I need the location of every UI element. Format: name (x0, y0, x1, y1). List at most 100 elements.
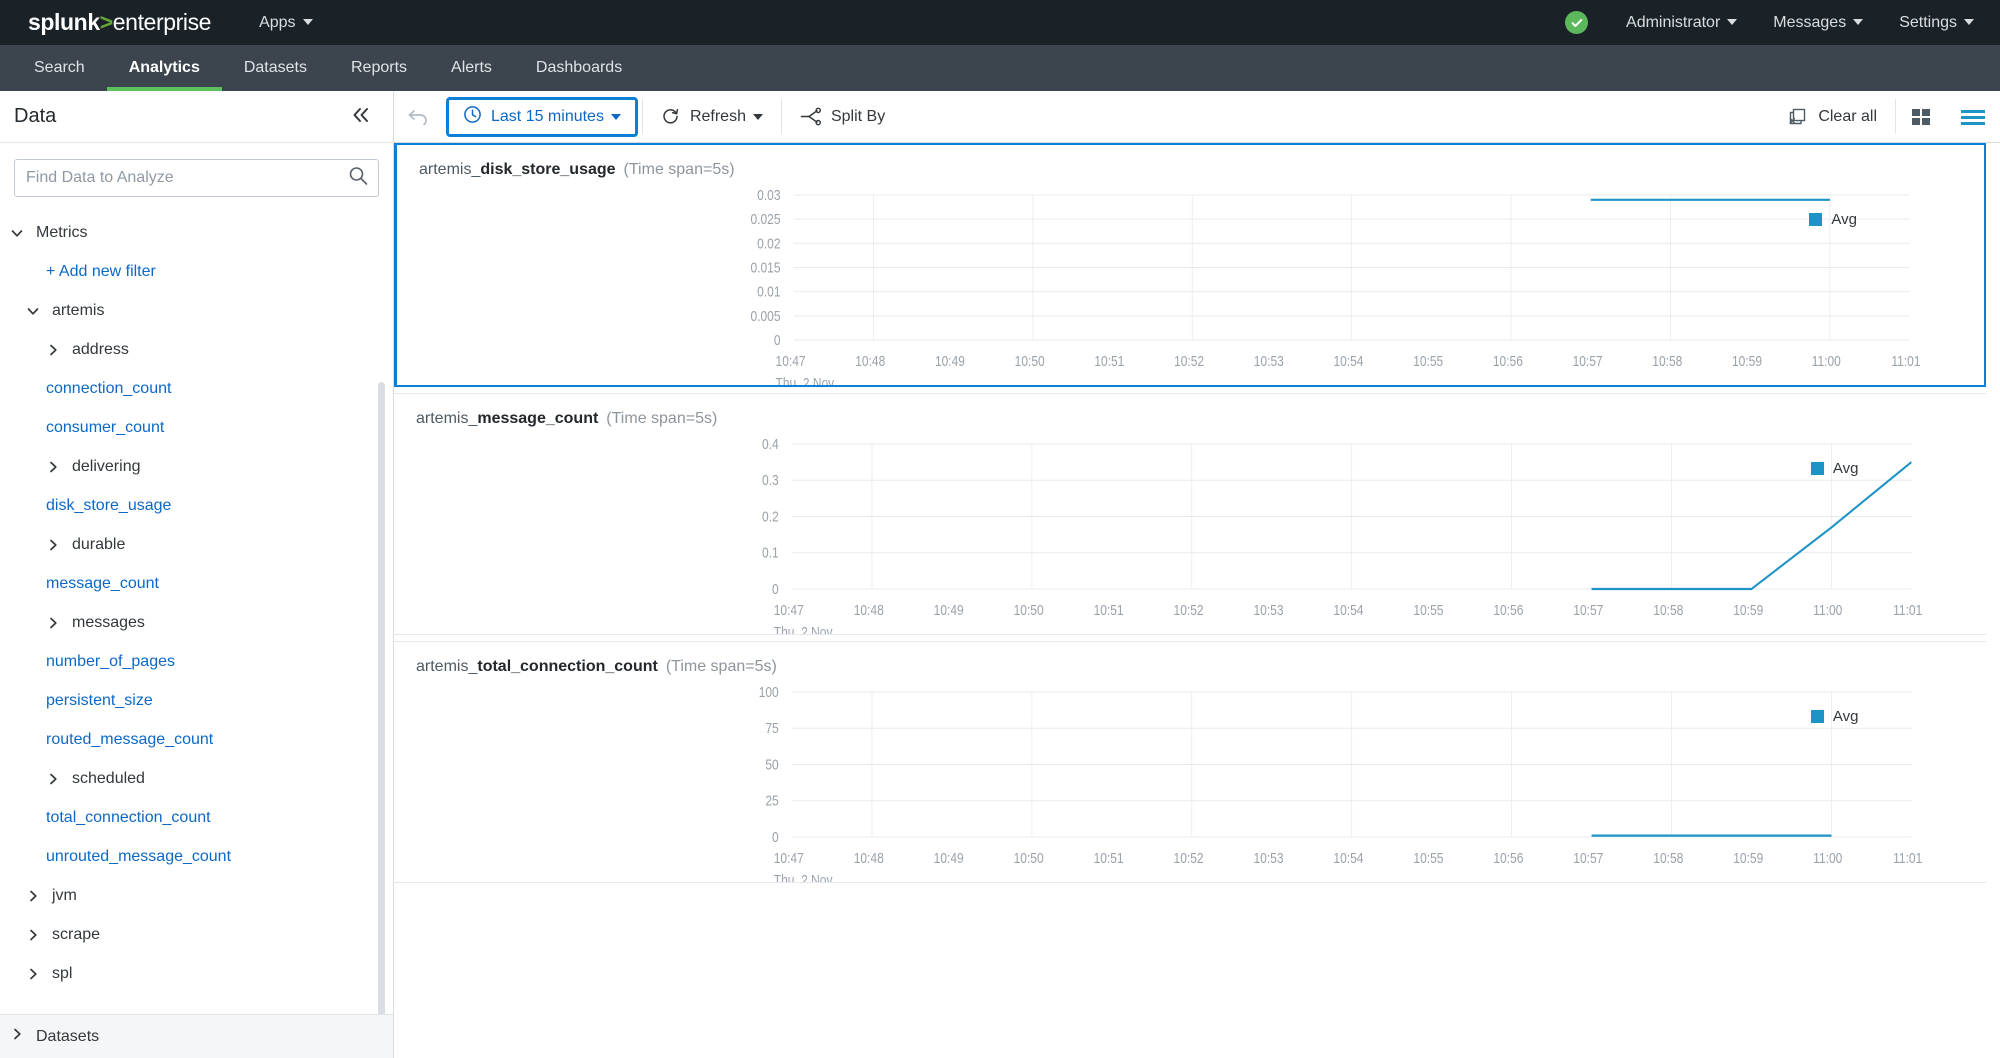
apps-menu[interactable]: Apps (255, 8, 316, 38)
splunk-logo[interactable]: splunk>enterprise (28, 9, 211, 36)
tree-node-scrape[interactable]: scrape (0, 915, 393, 954)
svg-text:0: 0 (774, 332, 781, 348)
nav-item-alerts[interactable]: Alerts (429, 45, 514, 91)
refresh-label: Refresh (689, 107, 746, 125)
tree-node-delivering[interactable]: delivering (0, 447, 393, 486)
chevron-down-icon (1964, 19, 1974, 26)
chart-panel[interactable]: artemis_disk_store_usage (Time span=5s) 0 0… (394, 143, 1986, 387)
svg-text:10:53: 10:53 (1254, 353, 1284, 369)
svg-text:0.02: 0.02 (757, 235, 780, 251)
nav-item-search[interactable]: Search (12, 45, 107, 91)
nav-item-analytics[interactable]: Analytics (106, 45, 222, 91)
chevron-right-icon (46, 538, 60, 552)
tree-node-consumer-count[interactable]: consumer_count (0, 408, 393, 447)
refresh-button[interactable]: Refresh (643, 91, 781, 142)
chart-panel[interactable]: artemis_total_connection_count (Time span… (394, 641, 1986, 883)
search-box[interactable] (14, 159, 379, 197)
undo-arrow-icon[interactable] (394, 91, 442, 142)
logo-gt-text: > (99, 9, 113, 35)
sidebar-scrollbar[interactable] (378, 382, 385, 1014)
tree-node-spl[interactable]: spl (0, 954, 393, 993)
messages-menu[interactable]: Messages (1769, 8, 1867, 38)
svg-text:Thu, 2 Nov: Thu, 2 Nov (776, 375, 835, 385)
panel-metric-prefix: artemis_ (419, 161, 481, 178)
tree-node-disk-store-usage[interactable]: disk_store_usage (0, 486, 393, 525)
panel-time-span: (Time span=5s) (606, 410, 718, 427)
chevron-right-icon (46, 343, 60, 357)
svg-text:0.03: 0.03 (757, 187, 780, 203)
sidebar-datasets-section[interactable]: Datasets (0, 1014, 393, 1058)
tree-node-persistent-size[interactable]: persistent_size (0, 681, 393, 720)
split-by-button[interactable]: Split By (782, 91, 903, 142)
nav-item-dashboards[interactable]: Dashboards (514, 45, 644, 91)
search-input[interactable] (15, 160, 378, 196)
svg-text:11:01: 11:01 (1893, 602, 1922, 618)
svg-text:10:49: 10:49 (934, 602, 964, 618)
tree-node-total-connection-count[interactable]: total_connection_count (0, 798, 393, 837)
nav-item-datasets[interactable]: Datasets (222, 45, 329, 91)
svg-text:10:52: 10:52 (1174, 850, 1204, 866)
chart-area[interactable]: 0 0.1 0.2 0.3 0.4 10:47 10:48 10:49 10:50 10:51 10… (394, 434, 1986, 634)
svg-text:10:54: 10:54 (1333, 353, 1363, 369)
svg-text:10:53: 10:53 (1253, 850, 1283, 866)
tree-node-unrouted-message-count[interactable]: unrouted_message_count (0, 837, 393, 876)
tree-node-scheduled[interactable]: scheduled (0, 759, 393, 798)
nav-item-reports[interactable]: Reports (329, 45, 429, 91)
chart-area[interactable]: 0 25 50 75 100 10:47 10:48 10:49 10:50 10:51 10:52… (394, 682, 1986, 882)
legend-swatch (1810, 710, 1824, 723)
tree-node-artemis[interactable]: artemis (0, 291, 393, 330)
app-header: splunk>enterprise Apps Administrator Mes… (0, 0, 2000, 45)
panel-metric-name: message_count (477, 410, 599, 427)
svg-text:10:55: 10:55 (1413, 353, 1443, 369)
svg-text:10:54: 10:54 (1333, 850, 1363, 866)
chart-legend[interactable]: Avg (1809, 211, 1857, 228)
tree-node-number-of-pages[interactable]: number_of_pages (0, 642, 393, 681)
grid-view-icon[interactable] (1896, 91, 1946, 142)
nav-item-label: Dashboards (535, 59, 623, 76)
tree-node-messages[interactable]: messages (0, 603, 393, 642)
tree-node-jvm[interactable]: jvm (0, 876, 393, 915)
legend-label: Avg (1831, 211, 1857, 228)
chevron-right-icon (10, 1027, 24, 1046)
tree-node-message-count[interactable]: message_count (0, 564, 393, 603)
svg-text:10:51: 10:51 (1094, 353, 1124, 369)
list-view-icon[interactable] (1946, 91, 2000, 142)
tree-node-label: durable (72, 535, 126, 553)
tree-node-routed-message-count[interactable]: routed_message_count (0, 720, 393, 759)
sidebar-datasets-label: Datasets (36, 1027, 100, 1045)
tree-node-label: number_of_pages (46, 652, 175, 670)
svg-text:10:57: 10:57 (1573, 850, 1603, 866)
tree-node-address[interactable]: address (0, 330, 393, 369)
administrator-menu[interactable]: Administrator (1622, 8, 1741, 38)
chart-legend[interactable]: Avg (1810, 708, 1858, 725)
time-range-picker[interactable]: Last 15 minutes (446, 96, 638, 137)
svg-text:10:48: 10:48 (855, 353, 885, 369)
tree-node-label: routed_message_count (46, 730, 214, 748)
health-status-icon[interactable] (1565, 11, 1589, 34)
settings-menu[interactable]: Settings (1895, 8, 1978, 38)
clear-all-button[interactable]: Clear all (1770, 91, 1895, 142)
chart-area[interactable]: 0 0.005 0.01 0.015 0.02 0.025 0.03 10:47 10:48 10… (397, 185, 1984, 385)
tree-node-label: total_connection_count (46, 808, 211, 826)
chevron-double-left-icon[interactable] (347, 105, 375, 129)
tree-node-label: scrape (52, 925, 101, 943)
legend-swatch (1809, 213, 1823, 226)
chevron-down-icon (10, 226, 24, 240)
clear-all-icon (1788, 107, 1808, 126)
tree-node-label: disk_store_usage (46, 496, 172, 514)
svg-text:10:50: 10:50 (1014, 602, 1044, 618)
tree-node-connection-count[interactable]: connection_count (0, 369, 393, 408)
nav-item-label: Alerts (451, 59, 492, 76)
svg-text:0.01: 0.01 (757, 284, 780, 300)
add-new-filter-link[interactable]: + Add new filter (0, 252, 393, 291)
tree-node-label: unrouted_message_count (46, 847, 232, 865)
apps-menu-label: Apps (259, 13, 296, 31)
svg-text:10:54: 10:54 (1333, 602, 1363, 618)
chart-panel[interactable]: artemis_message_count (Time span=5s) 0 0.1 0… (394, 393, 1986, 635)
chart-legend[interactable]: Avg (1810, 460, 1858, 477)
add-new-filter-label: + Add new filter (46, 262, 156, 280)
tree-node-durable[interactable]: durable (0, 525, 393, 564)
tree-node-metrics[interactable]: Metrics (0, 213, 393, 252)
panel-metric-prefix: artemis_ (416, 658, 478, 675)
